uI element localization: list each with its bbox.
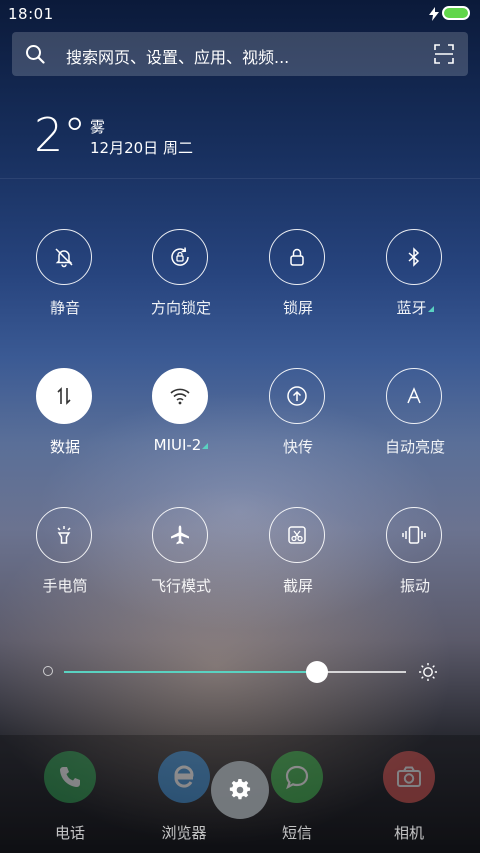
toggle-label: MIUI-2	[131, 436, 231, 454]
auto-brightness-icon	[407, 387, 421, 404]
toggle-airplane-mode[interactable]: 飞行模式	[131, 507, 231, 607]
toggle-circle[interactable]	[152, 368, 208, 424]
scan-icon[interactable]	[434, 44, 454, 64]
toggle-screenshot[interactable]: 截屏	[248, 507, 348, 607]
toggle-circle[interactable]	[269, 229, 325, 285]
toggle-label: 振动	[399, 577, 430, 595]
vibrate-icon	[402, 526, 426, 544]
camera-icon	[383, 751, 435, 803]
brightness-thumb[interactable]	[306, 661, 329, 683]
toggle-vibrate[interactable]: 振动	[365, 507, 465, 607]
sms-icon	[271, 751, 323, 803]
toggle-label-text: 蓝牙	[396, 299, 427, 317]
expand-indicator-icon	[427, 306, 434, 312]
toggle-label: 截屏	[282, 577, 313, 595]
search-icon	[26, 45, 45, 64]
divider	[0, 178, 480, 179]
toggle-wifi[interactable]: MIUI-2	[131, 368, 231, 468]
toggle-circle[interactable]	[36, 507, 92, 563]
dock-app-label: 相机	[393, 824, 424, 842]
toggle-label: 方向锁定	[150, 299, 211, 317]
toggle-quick-transfer[interactable]: 快传	[248, 368, 348, 468]
toggle-bluetooth[interactable]: 蓝牙	[365, 229, 465, 329]
phone-icon	[44, 751, 96, 803]
toggle-rotation-lock[interactable]: 方向锁定	[131, 229, 231, 329]
brightness-low-icon	[43, 666, 53, 676]
wifi-icon	[170, 388, 190, 405]
screenshot-icon	[288, 526, 306, 544]
airplane-icon	[171, 525, 189, 545]
toggle-auto-brightness[interactable]: 自动亮度	[365, 368, 465, 468]
toggle-circle[interactable]	[36, 229, 92, 285]
toggle-mute[interactable]: 静音	[15, 229, 115, 329]
toggle-mobile-data[interactable]: 数据	[15, 368, 115, 468]
rotation-lock-icon	[171, 247, 189, 266]
toggle-circle[interactable]	[386, 507, 442, 563]
dock-app-camera[interactable]: 相机	[355, 735, 455, 842]
toggle-label: 自动亮度	[384, 438, 445, 456]
flashlight-icon	[57, 526, 71, 544]
toggle-circle[interactable]	[269, 507, 325, 563]
brightness-high-icon	[419, 663, 437, 681]
toggle-label: 静音	[49, 299, 80, 317]
brightness-fill	[64, 671, 318, 673]
toggle-label: 快传	[282, 438, 313, 456]
weather-condition: 雾	[90, 118, 106, 136]
toggle-lock-screen[interactable]: 锁屏	[248, 229, 348, 329]
battery-icon	[442, 6, 470, 20]
mobile-data-icon	[57, 387, 71, 405]
toggle-circle[interactable]	[152, 229, 208, 285]
expand-indicator-icon	[202, 443, 209, 449]
toggle-circle[interactable]	[152, 507, 208, 563]
toggle-label: 飞行模式	[150, 577, 211, 595]
lock-icon	[290, 248, 304, 266]
toggle-label: 锁屏	[282, 299, 313, 317]
toggle-label: 蓝牙	[365, 297, 465, 318]
toggle-circle[interactable]	[269, 368, 325, 424]
toggle-label-text: MIUI-2	[153, 436, 202, 454]
weather-temperature: 2°	[34, 108, 87, 162]
toggle-flashlight[interactable]: 手电筒	[15, 507, 115, 607]
dock-app-phone[interactable]: 电话	[16, 735, 116, 842]
status-bar: 18:01	[0, 0, 480, 28]
search-input[interactable]: 搜索网页、设置、应用、视频...	[66, 44, 289, 68]
status-time: 18:01	[8, 5, 54, 23]
brightness-slider[interactable]	[64, 661, 406, 683]
search-bar[interactable]: 搜索网页、设置、应用、视频...	[12, 32, 468, 76]
dock-app-label: 电话	[54, 824, 85, 842]
toggle-label: 数据	[49, 438, 80, 456]
toggle-circle[interactable]	[386, 229, 442, 285]
charging-icon	[429, 7, 439, 21]
bluetooth-icon	[408, 247, 420, 267]
dock-app-label: 浏览器	[161, 824, 207, 842]
browser-icon	[158, 751, 210, 803]
weather-date: 12月20日 周二	[90, 139, 193, 157]
toggle-circle[interactable]	[386, 368, 442, 424]
gear-icon	[229, 779, 251, 800]
toggle-label: 手电筒	[42, 577, 88, 595]
toggle-circle[interactable]	[36, 368, 92, 424]
settings-button[interactable]	[211, 761, 269, 819]
dock-app-label: 短信	[281, 824, 312, 842]
transfer-icon	[287, 386, 307, 406]
mute-bell-icon	[55, 248, 73, 268]
